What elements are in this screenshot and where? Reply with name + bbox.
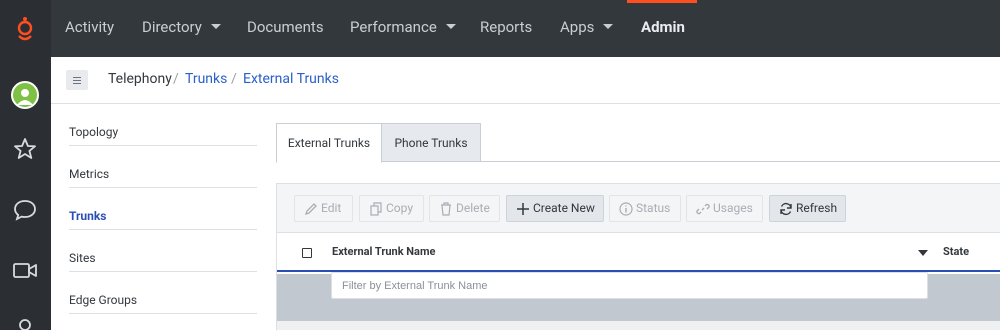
location-icon[interactable] (12, 316, 38, 330)
user-avatar-icon[interactable] (11, 81, 39, 109)
delete-button[interactable]: Delete (429, 195, 500, 222)
nav-apps-label: Apps (560, 18, 595, 36)
side-menu-item-metrics[interactable]: Metrics (69, 146, 257, 188)
select-all-checkbox[interactable] (302, 248, 312, 258)
breadcrumb-bar: Telephony / Trunks / External Trunks (51, 57, 1000, 104)
top-navigation: Activity Directory Documents Performance… (51, 0, 1000, 57)
column-header-state[interactable]: State (943, 245, 969, 258)
hamburger-icon (73, 83, 81, 84)
tab-external-trunks[interactable]: External Trunks (276, 123, 382, 163)
edit-button-label: Edit (321, 201, 342, 215)
genesys-logo-icon[interactable] (14, 14, 36, 44)
hamburger-icon (73, 80, 81, 81)
table-body (277, 321, 1000, 330)
main-content: External Trunks Phone Trunks Edit Copy D… (276, 104, 1000, 330)
nav-reports[interactable]: Reports (480, 0, 532, 57)
breadcrumb-separator: / (231, 71, 237, 87)
hamburger-icon (73, 77, 81, 78)
copy-icon (370, 202, 382, 216)
video-icon[interactable] (12, 257, 38, 283)
nav-directory-label: Directory (142, 18, 202, 36)
grid-toolbar: Edit Copy Delete Create New Status Usage… (277, 184, 1000, 233)
pencil-icon (304, 203, 317, 216)
trash-icon (441, 202, 451, 216)
breadcrumb-telephony: Telephony (108, 71, 172, 87)
nav-directory[interactable]: Directory (142, 0, 221, 57)
nav-reports-label: Reports (480, 18, 533, 36)
side-menu-item-edge-groups[interactable]: Edge Groups (69, 272, 257, 314)
nav-activity-label: Activity (65, 18, 115, 36)
nav-documents-label: Documents (247, 18, 324, 36)
nav-admin[interactable]: Admin (641, 0, 685, 57)
nav-performance-label: Performance (350, 18, 437, 36)
chevron-down-icon (603, 24, 614, 29)
plus-icon (517, 203, 529, 215)
status-button[interactable]: Status (609, 195, 681, 222)
table-header: External Trunk Name State (277, 234, 1000, 272)
tab-bar: External Trunks Phone Trunks (276, 123, 1000, 163)
side-menu-item-trunks[interactable]: Trunks (69, 188, 257, 230)
filter-by-name-input-wrap (331, 272, 928, 299)
copy-button[interactable]: Copy (359, 195, 424, 222)
breadcrumb-external-trunks[interactable]: External Trunks (243, 71, 339, 87)
link-icon (696, 203, 710, 215)
nav-documents[interactable]: Documents (247, 0, 324, 57)
menu-toggle-button[interactable] (66, 70, 88, 90)
nav-apps[interactable]: Apps (560, 0, 614, 57)
refresh-icon (780, 202, 792, 216)
chat-bubble-icon[interactable] (12, 197, 38, 223)
refresh-button[interactable]: Refresh (769, 195, 846, 222)
sort-desc-icon[interactable] (918, 250, 928, 256)
refresh-button-label: Refresh (796, 201, 838, 215)
delete-button-label: Delete (456, 201, 490, 215)
create-new-button[interactable]: Create New (506, 195, 604, 222)
edit-button[interactable]: Edit (294, 195, 353, 222)
nav-admin-label: Admin (641, 18, 685, 36)
column-header-name[interactable]: External Trunk Name (332, 245, 435, 258)
usages-button-label: Usages (713, 201, 753, 215)
chevron-down-icon (210, 24, 221, 29)
info-circle-icon (619, 202, 633, 216)
left-rail (0, 0, 51, 330)
trunks-grid: Edit Copy Delete Create New Status Usage… (276, 183, 1000, 330)
copy-button-label: Copy (386, 201, 414, 215)
create-new-button-label: Create New (533, 201, 595, 215)
filter-by-name-input[interactable] (331, 272, 928, 299)
status-button-label: Status (636, 201, 671, 215)
chevron-down-icon (445, 24, 456, 29)
active-nav-indicator (627, 0, 697, 3)
usages-button[interactable]: Usages (686, 195, 763, 222)
breadcrumb-trunks[interactable]: Trunks (185, 71, 227, 87)
side-menu: Topology Metrics Trunks Sites Edge Group… (51, 104, 276, 330)
nav-activity[interactable]: Activity (65, 0, 114, 57)
star-icon[interactable] (12, 136, 38, 162)
tab-phone-trunks[interactable]: Phone Trunks (382, 123, 481, 162)
side-menu-item-sites[interactable]: Sites (69, 230, 257, 272)
side-menu-item-topology[interactable]: Topology (69, 104, 257, 146)
breadcrumb-separator: / (173, 71, 179, 87)
nav-performance[interactable]: Performance (350, 0, 456, 57)
